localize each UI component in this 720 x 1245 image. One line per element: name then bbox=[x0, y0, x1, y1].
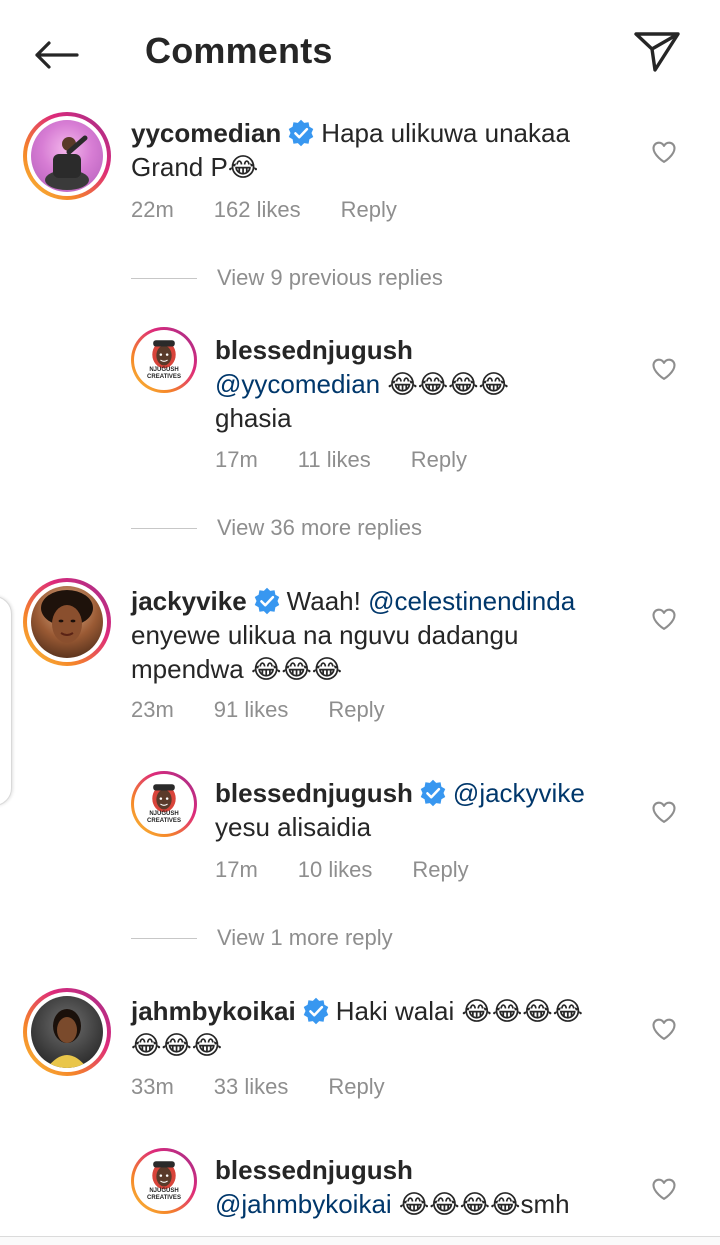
view-more-replies[interactable]: View 36 more replies bbox=[131, 515, 422, 541]
reply-meta: 17m 11 likes Reply bbox=[215, 447, 467, 473]
divider-line bbox=[131, 937, 197, 939]
reply-mention[interactable]: @jackyvike bbox=[453, 778, 585, 808]
view-more-label: View 36 more replies bbox=[217, 515, 423, 540]
comment-body: jackyvike Waah! @celestinendinda enyewe u… bbox=[131, 584, 641, 686]
reply-time: 17m bbox=[215, 447, 258, 472]
comment-time: 22m bbox=[131, 197, 174, 222]
like-heart-icon[interactable] bbox=[649, 354, 679, 384]
view-replies-label: View 9 previous replies bbox=[217, 265, 443, 290]
avatar-blessednjugush[interactable]: NJUGUSH CREATIVES bbox=[131, 327, 197, 393]
comment-meta: 22m 162 likes Reply bbox=[131, 197, 397, 223]
reply-mention[interactable]: @yycomedian bbox=[215, 369, 380, 399]
bottom-edge bbox=[0, 1236, 720, 1245]
verified-badge-icon bbox=[253, 587, 281, 615]
avatar-logo-text: NJUGUSH CREATIVES bbox=[147, 367, 181, 380]
back-button[interactable] bbox=[28, 30, 84, 80]
reply-button[interactable]: Reply bbox=[328, 1074, 384, 1100]
comment-username[interactable]: jackyvike bbox=[131, 586, 247, 616]
arrow-left-icon bbox=[35, 41, 79, 69]
view-more-label: View 1 more reply bbox=[217, 925, 393, 950]
reply-body: blessednjugush @jackyvike yesu alisaidia bbox=[215, 776, 635, 844]
comment-meta: 23m 91 likes Reply bbox=[131, 697, 385, 723]
reply-username[interactable]: blessednjugush bbox=[215, 335, 413, 365]
avatar-logo-text: NJUGUSH CREATIVES bbox=[147, 1188, 181, 1201]
reply-time: 17m bbox=[215, 857, 258, 882]
reply-text: 😂😂😂😂smh bbox=[398, 1189, 570, 1219]
reply-likes[interactable]: 10 likes bbox=[298, 857, 373, 883]
verified-badge-icon bbox=[287, 119, 315, 147]
reply-body: blessednjugush @jahmbykoikai 😂😂😂😂smh bbox=[215, 1153, 635, 1221]
reply-button[interactable]: Reply bbox=[341, 197, 397, 223]
verified-badge-icon bbox=[302, 997, 330, 1025]
comment-body: jahmbykoikai Haki walai 😂😂😂😂 😂😂😂 bbox=[131, 994, 631, 1062]
reply-text: yesu alisaidia bbox=[215, 812, 372, 842]
comment-username[interactable]: yycomedian bbox=[131, 118, 281, 148]
like-heart-icon[interactable] bbox=[649, 604, 679, 634]
comment-mention[interactable]: @celestinendinda bbox=[368, 586, 575, 616]
comment-username[interactable]: jahmbykoikai bbox=[131, 996, 296, 1026]
side-panel-edge bbox=[0, 596, 12, 806]
avatar-jahmbykoikai[interactable] bbox=[23, 988, 111, 1076]
reply-button[interactable]: Reply bbox=[328, 697, 384, 723]
avatar-blessednjugush[interactable]: NJUGUSH CREATIVES bbox=[131, 771, 197, 837]
reply-text-line2: ghasia bbox=[215, 403, 292, 433]
reply-mention[interactable]: @jahmbykoikai bbox=[215, 1189, 392, 1219]
comment-meta: 33m 33 likes Reply bbox=[131, 1074, 385, 1100]
comment-likes[interactable]: 33 likes bbox=[214, 1074, 289, 1100]
view-more-replies[interactable]: View 1 more reply bbox=[131, 925, 393, 951]
comment-body: yycomedian Hapa ulikuwa unakaa Grand P😂 bbox=[131, 116, 631, 184]
divider-line bbox=[131, 527, 197, 529]
share-button[interactable] bbox=[628, 24, 686, 78]
view-previous-replies[interactable]: View 9 previous replies bbox=[131, 265, 443, 291]
like-heart-icon[interactable] bbox=[649, 137, 679, 167]
reply-button[interactable]: Reply bbox=[411, 447, 467, 473]
reply-meta: 17m 10 likes Reply bbox=[215, 857, 469, 883]
comment-text: Haki walai 😂😂😂😂 bbox=[335, 996, 583, 1026]
comment-time: 33m bbox=[131, 1074, 174, 1099]
comment-text: Waah! bbox=[286, 586, 369, 616]
comment-text-line2: 😂😂😂 bbox=[131, 1030, 223, 1060]
comments-header: Comments bbox=[0, 0, 720, 104]
reply-username[interactable]: blessednjugush bbox=[215, 778, 413, 808]
avatar-yycomedian[interactable] bbox=[23, 112, 111, 200]
comment-likes[interactable]: 162 likes bbox=[214, 197, 301, 223]
page-title: Comments bbox=[145, 30, 333, 71]
comment-text-line3: mpendwa 😂😂😂 bbox=[131, 654, 343, 684]
comment-time: 23m bbox=[131, 697, 174, 722]
avatar-logo-text: NJUGUSH CREATIVES bbox=[147, 811, 181, 824]
reply-text: 😂😂😂😂 bbox=[387, 369, 509, 399]
reply-body: blessednjugush @yycomedian 😂😂😂😂 ghasia bbox=[215, 333, 635, 435]
like-heart-icon[interactable] bbox=[649, 1014, 679, 1044]
like-heart-icon[interactable] bbox=[649, 1174, 679, 1204]
reply-username[interactable]: blessednjugush bbox=[215, 1155, 413, 1185]
comment-text-line2: enyewe ulikua na nguvu dadangu bbox=[131, 620, 519, 650]
avatar-jackyvike[interactable] bbox=[23, 578, 111, 666]
reply-likes[interactable]: 11 likes bbox=[298, 447, 371, 473]
like-heart-icon[interactable] bbox=[649, 797, 679, 827]
reply-button[interactable]: Reply bbox=[412, 857, 468, 883]
verified-badge-icon bbox=[419, 779, 447, 807]
paper-plane-icon bbox=[634, 32, 680, 72]
divider-line bbox=[131, 277, 197, 279]
comment-likes[interactable]: 91 likes bbox=[214, 697, 289, 723]
avatar-blessednjugush[interactable]: NJUGUSH CREATIVES bbox=[131, 1148, 197, 1214]
